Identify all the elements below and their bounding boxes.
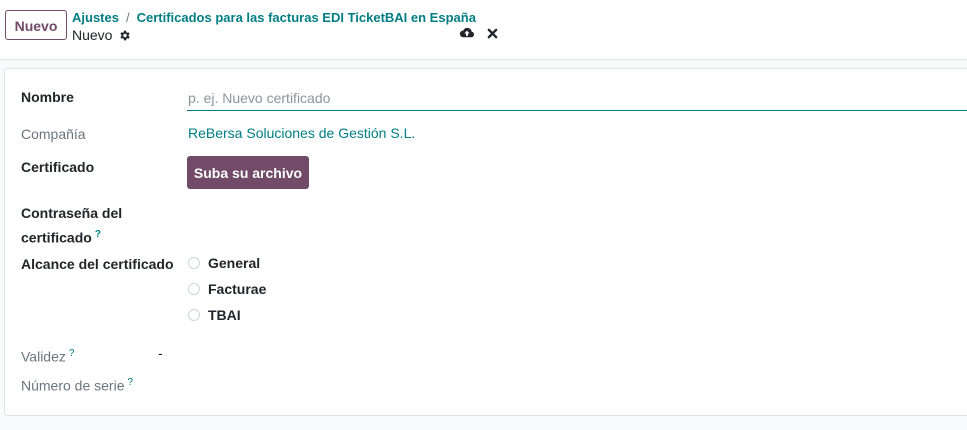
password-label-line1: Contraseña del — [21, 205, 123, 221]
cloud-upload-icon[interactable] — [459, 26, 475, 40]
upload-file-button[interactable]: Suba su archivo — [187, 156, 309, 189]
radio-circle[interactable] — [188, 309, 200, 321]
name-label: Nombre — [21, 89, 74, 105]
gear-icon[interactable] — [118, 29, 131, 42]
name-input[interactable] — [187, 86, 967, 111]
password-label: Contraseña del certificado? — [21, 203, 122, 249]
scope-option-facturae[interactable]: Facturae — [188, 281, 266, 297]
scope-option-label: General — [208, 255, 261, 271]
breadcrumb-item-settings[interactable]: Ajustes — [72, 10, 119, 25]
serial-help-icon[interactable]: ? — [128, 377, 134, 388]
serial-label-text: Número de serie — [21, 377, 125, 394]
radio-circle[interactable] — [188, 257, 200, 269]
validity-help-icon[interactable]: ? — [69, 348, 75, 359]
form-sheet: Nombre Compañía ReBersa Soluciones de Ge… — [4, 68, 967, 416]
scope-option-label: TBAI — [208, 307, 241, 323]
validity-value: - — [158, 345, 163, 361]
breadcrumb-item-certificates[interactable]: Certificados para las facturas EDI Ticke… — [137, 10, 476, 25]
breadcrumb: Ajustes / Certificados para las facturas E… — [72, 10, 476, 25]
certificate-label: Certificado — [21, 159, 95, 175]
scope-label: Alcance del certificado — [21, 256, 174, 272]
password-label-line2: certificado — [21, 229, 92, 246]
company-label: Compañía — [21, 126, 86, 142]
control-panel: Nuevo Ajustes / Certificados para las fact… — [0, 0, 967, 60]
scope-option-label: Facturae — [208, 281, 267, 297]
serial-label: Número de serie? — [21, 372, 133, 397]
new-button[interactable]: Nuevo — [5, 10, 67, 40]
close-icon[interactable] — [487, 28, 498, 39]
scope-option-tbai[interactable]: TBAI — [188, 307, 241, 323]
validity-label-text: Validez — [21, 348, 66, 365]
breadcrumb-separator: / — [125, 10, 130, 25]
radio-circle[interactable] — [188, 283, 200, 295]
record-title: Nuevo — [72, 27, 131, 43]
company-link[interactable]: ReBersa Soluciones de Gestión S.L. — [188, 125, 415, 141]
scope-option-general[interactable]: General — [188, 255, 260, 271]
password-help-icon[interactable]: ? — [95, 229, 101, 240]
record-title-text: Nuevo — [72, 27, 113, 43]
validity-label: Validez? — [21, 343, 74, 368]
